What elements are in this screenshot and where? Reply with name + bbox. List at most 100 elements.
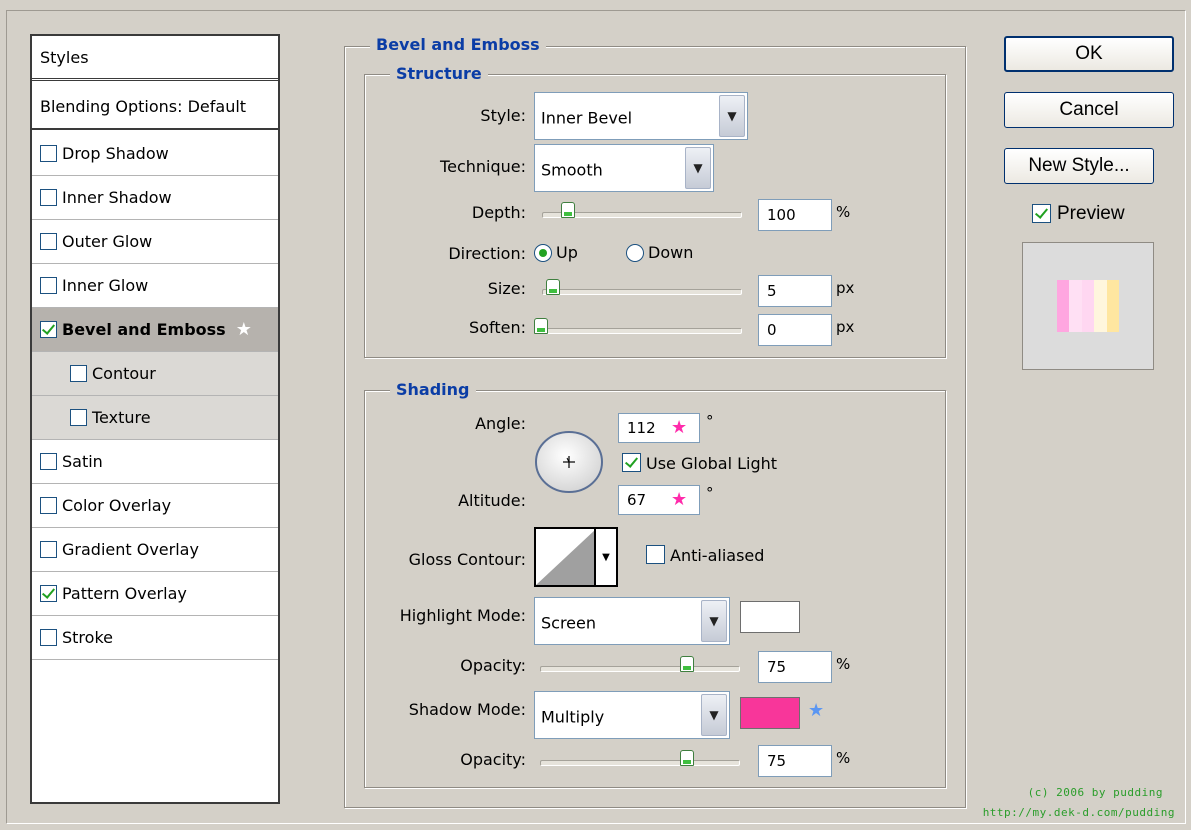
inner-glow-checkbox[interactable] [40, 277, 57, 294]
slider-track [540, 666, 740, 672]
depth-input[interactable]: 100 [758, 199, 832, 231]
size-slider[interactable] [542, 279, 742, 295]
styles-header[interactable]: Styles [32, 36, 278, 81]
style-item-gradient-overlay[interactable]: Gradient Overlay [32, 528, 278, 572]
satin-checkbox[interactable] [40, 453, 57, 470]
direction-label: Direction: [448, 244, 526, 263]
style-value: Inner Bevel [541, 108, 633, 128]
gloss-contour-label: Gloss Contour: [408, 550, 526, 569]
style-item-label: Stroke [62, 628, 113, 647]
drop-shadow-checkbox[interactable] [40, 145, 57, 162]
slider-thumb[interactable] [545, 279, 560, 295]
credit-line-1: (c) 2006 by pudding [1027, 786, 1163, 799]
technique-label: Technique: [440, 157, 526, 176]
direction-up-radio[interactable] [534, 244, 552, 262]
style-item-satin[interactable]: Satin [32, 440, 278, 484]
chevron-down-icon[interactable]: ▼ [701, 600, 727, 642]
slider-thumb[interactable] [679, 750, 694, 766]
color-overlay-checkbox[interactable] [40, 497, 57, 514]
direction-down-radio[interactable] [626, 244, 644, 262]
slider-thumb[interactable] [679, 656, 694, 672]
shadow-mode-label: Shadow Mode: [408, 700, 526, 719]
inner-shadow-checkbox[interactable] [40, 189, 57, 206]
star-icon: ★ [671, 417, 688, 438]
style-item-color-overlay[interactable]: Color Overlay [32, 484, 278, 528]
credit-line-2: http://my.dek-d.com/pudding [982, 806, 1175, 819]
highlight-opacity-unit: % [836, 655, 851, 673]
style-item-inner-shadow[interactable]: Inner Shadow [32, 176, 278, 220]
altitude-input[interactable]: 67 ★ [618, 485, 700, 515]
style-dropdown[interactable]: Inner Bevel ▼ [534, 92, 748, 140]
texture-checkbox[interactable] [70, 409, 87, 426]
pattern-overlay-checkbox[interactable] [40, 585, 57, 602]
contour-checkbox[interactable] [70, 365, 87, 382]
shadow-opacity-label: Opacity: [460, 750, 526, 769]
size-label: Size: [487, 279, 526, 298]
direction-down-label: Down [648, 243, 694, 262]
style-item-stroke[interactable]: Stroke [32, 616, 278, 660]
chevron-down-icon[interactable]: ▼ [719, 95, 745, 137]
angle-dial[interactable] [534, 430, 604, 493]
angle-input[interactable]: 112 ★ [618, 413, 700, 443]
star-icon: ★ [671, 489, 688, 510]
style-item-label: Gradient Overlay [62, 540, 199, 559]
preview-swatch [1057, 280, 1120, 332]
style-item-drop-shadow[interactable]: Drop Shadow [32, 132, 278, 176]
style-label: Style: [480, 106, 526, 125]
gloss-contour-picker[interactable]: ▼ [534, 527, 618, 587]
shadow-opacity-slider[interactable] [540, 750, 740, 766]
shadow-color-swatch[interactable] [740, 697, 800, 729]
chevron-down-icon[interactable]: ▼ [594, 529, 616, 585]
slider-track [542, 289, 742, 295]
highlight-opacity-slider[interactable] [540, 656, 740, 672]
angle-dial-graphic [535, 431, 603, 493]
slider-thumb[interactable] [560, 202, 575, 218]
styles-header-label: Styles [40, 47, 89, 67]
depth-slider[interactable] [542, 202, 742, 218]
size-unit: px [836, 279, 855, 297]
stroke-checkbox[interactable] [40, 629, 57, 646]
slider-track [534, 328, 742, 334]
chevron-down-icon[interactable]: ▼ [685, 147, 711, 189]
chevron-down-icon[interactable]: ▼ [701, 694, 727, 736]
highlight-opacity-label: Opacity: [460, 656, 526, 675]
anti-aliased-checkbox[interactable] [646, 545, 665, 564]
style-item-pattern-overlay[interactable]: Pattern Overlay [32, 572, 278, 616]
shadow-mode-value: Multiply [541, 707, 605, 727]
soften-input[interactable]: 0 [758, 314, 832, 346]
blending-options-label: Blending Options: Default [40, 96, 247, 116]
altitude-degree: ° [706, 484, 714, 502]
use-global-light-checkbox[interactable] [622, 453, 641, 472]
style-item-texture[interactable]: Texture [32, 396, 278, 440]
style-item-inner-glow[interactable]: Inner Glow [32, 264, 278, 308]
highlight-opacity-input[interactable]: 75 [758, 651, 832, 683]
altitude-value: 67 [627, 491, 647, 509]
style-item-bevel-and-emboss[interactable]: Bevel and Emboss ★ [32, 308, 278, 352]
style-item-label: Texture [92, 408, 151, 427]
style-item-contour[interactable]: Contour [32, 352, 278, 396]
ok-button[interactable]: OK [1004, 36, 1174, 72]
highlight-mode-value: Screen [541, 613, 597, 633]
style-item-label: Bevel and Emboss [62, 320, 226, 339]
shadow-mode-dropdown[interactable]: Multiply ▼ [534, 691, 730, 739]
angle-label: Angle: [475, 414, 526, 433]
style-item-label: Color Overlay [62, 496, 172, 515]
preview-checkbox[interactable] [1032, 204, 1051, 223]
bevel-emboss-title: Bevel and Emboss [370, 35, 546, 54]
soften-slider[interactable] [534, 318, 742, 334]
cancel-button[interactable]: Cancel [1004, 92, 1174, 128]
technique-dropdown[interactable]: Smooth ▼ [534, 144, 714, 192]
slider-track [540, 760, 740, 766]
size-input[interactable]: 5 [758, 275, 832, 307]
bevel-and-emboss-checkbox[interactable] [40, 321, 57, 338]
style-item-outer-glow[interactable]: Outer Glow [32, 220, 278, 264]
star-icon: ★ [235, 319, 252, 340]
shadow-opacity-input[interactable]: 75 [758, 745, 832, 777]
highlight-color-swatch[interactable] [740, 601, 800, 633]
highlight-mode-dropdown[interactable]: Screen ▼ [534, 597, 730, 645]
slider-thumb[interactable] [534, 318, 548, 334]
blending-options-item[interactable]: Blending Options: Default [32, 84, 278, 130]
gradient-overlay-checkbox[interactable] [40, 541, 57, 558]
new-style-button[interactable]: New Style... [1004, 148, 1154, 184]
outer-glow-checkbox[interactable] [40, 233, 57, 250]
